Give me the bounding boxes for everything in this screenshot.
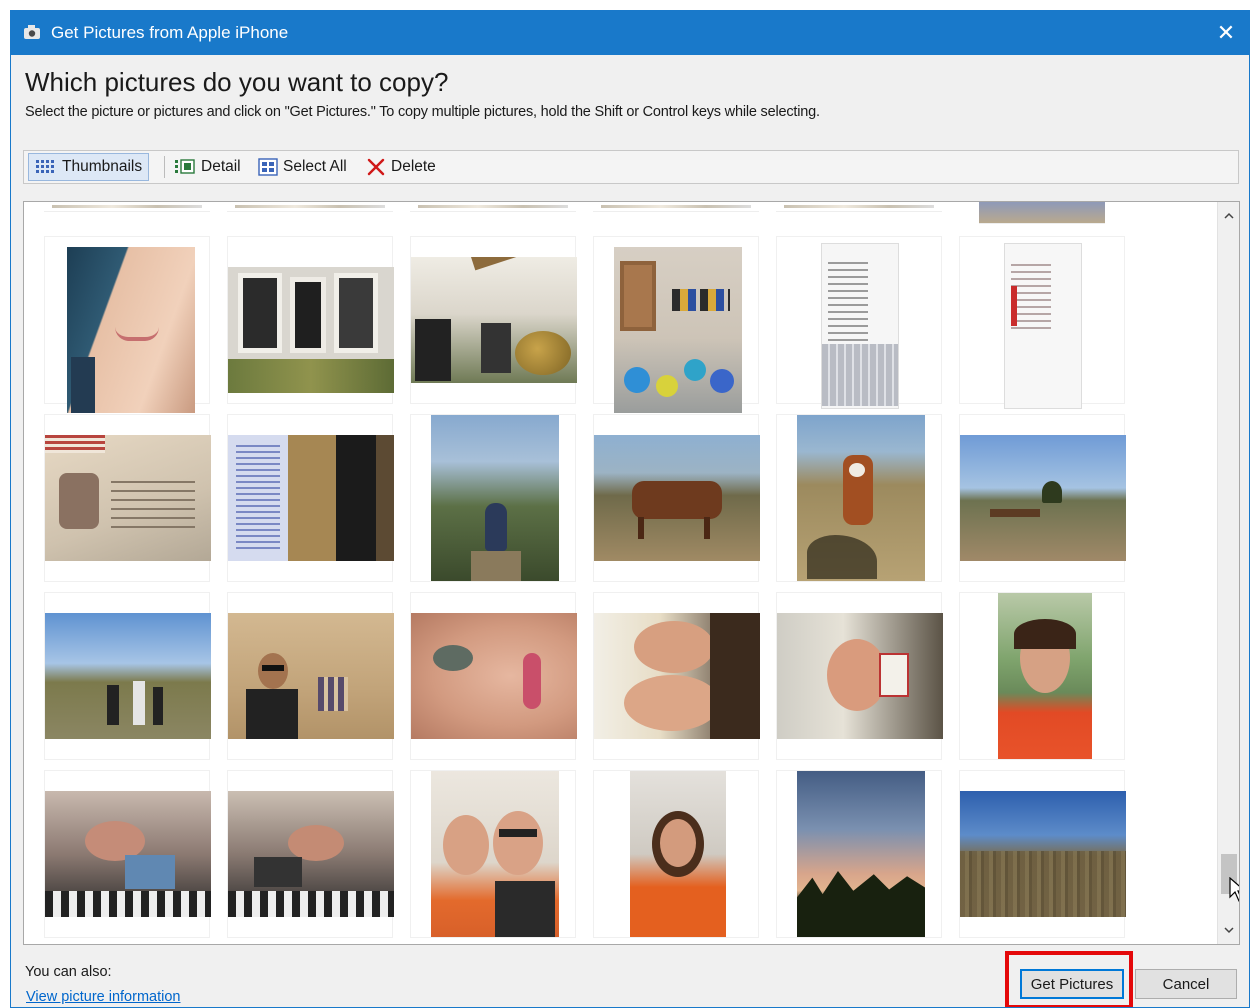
phone-screenshot-icon <box>1004 243 1082 409</box>
document-icon <box>228 435 394 561</box>
photo-thumbnail[interactable] <box>410 770 576 938</box>
partial-thumbnail[interactable] <box>44 202 210 212</box>
house-doors-icon <box>228 267 394 393</box>
close-button[interactable]: ✕ <box>1203 11 1249 55</box>
hiker-trail-icon <box>431 415 559 581</box>
toolbar-divider <box>164 156 165 178</box>
get-pictures-button[interactable]: Get Pictures <box>1020 969 1124 999</box>
detail-label: Detail <box>201 158 241 175</box>
partial-thumbnail[interactable] <box>776 202 942 212</box>
selfie-closeup-icon <box>67 247 195 413</box>
girl-portrait-icon <box>998 593 1092 759</box>
photo-thumbnail[interactable] <box>776 414 942 582</box>
phone-screenshot-icon <box>821 243 899 409</box>
you-can-also-label: You can also: <box>25 964 112 980</box>
thumbnails-button[interactable]: Thumbnails <box>28 153 150 181</box>
photo-thumbnail[interactable] <box>959 414 1126 582</box>
girl-card-selfie-icon <box>777 613 943 739</box>
canyon-selfie-icon <box>228 613 394 739</box>
sunset-trees-icon <box>797 771 925 937</box>
title-bar[interactable]: Get Pictures from Apple iPhone ✕ <box>11 11 1249 55</box>
photo-thumbnail[interactable] <box>593 414 760 582</box>
photo-thumbnail[interactable] <box>593 592 760 760</box>
photo-thumbnail[interactable] <box>959 236 1125 409</box>
scroll-down-button[interactable] <box>1218 920 1239 940</box>
group-hike-icon <box>45 613 211 739</box>
photo-thumbnail[interactable] <box>776 770 942 938</box>
photo-thumbnail[interactable] <box>227 414 394 582</box>
scroll-up-button[interactable] <box>1218 206 1239 226</box>
photo-thumbnail[interactable] <box>959 770 1126 938</box>
photo-thumbnail[interactable] <box>959 592 1125 760</box>
photo-thumbnail[interactable] <box>227 592 394 760</box>
thumbnails-icon <box>36 160 54 173</box>
patio-pumpkin-icon <box>411 257 577 383</box>
partial-thumbnail[interactable] <box>593 202 759 212</box>
photo-thumbnail[interactable] <box>44 414 211 582</box>
photo-thumbnail[interactable] <box>776 592 943 760</box>
delete-icon <box>367 158 385 176</box>
partial-thumbnail[interactable] <box>979 202 1105 224</box>
chevron-down-icon <box>1224 927 1234 934</box>
valley-landscape-icon <box>960 791 1126 917</box>
photo-thumbnail[interactable] <box>593 236 759 413</box>
face-closeup-icon <box>411 613 577 739</box>
calf-icon <box>797 415 925 581</box>
photo-thumbnail[interactable] <box>410 592 577 760</box>
photo-thumbnail[interactable] <box>227 236 394 404</box>
scrollbar-thumb[interactable] <box>1221 854 1237 894</box>
thumbnails-label: Thumbnails <box>62 158 143 175</box>
photo-thumbnail[interactable] <box>776 236 942 409</box>
cancel-button[interactable]: Cancel <box>1135 969 1237 999</box>
thumbnail-gallery[interactable] <box>23 201 1240 945</box>
chevron-up-icon <box>1224 212 1234 219</box>
toolbar: Thumbnails Detail Select All Delete <box>23 150 1239 184</box>
close-icon: ✕ <box>1216 20 1236 45</box>
photo-thumbnail[interactable] <box>227 770 394 938</box>
cow-field-icon <box>594 435 760 561</box>
landscape-icon <box>960 435 1126 561</box>
import-dialog: Get Pictures from Apple iPhone ✕ Which p… <box>10 10 1250 1008</box>
detail-button[interactable]: Detail <box>168 153 247 181</box>
girl-orange-shirt-icon <box>630 771 726 937</box>
party-upside-icon <box>45 791 211 917</box>
instructions-text: Select the picture or pictures and click… <box>25 104 820 120</box>
room-shelves-icon <box>614 247 742 413</box>
vertical-scrollbar[interactable] <box>1217 202 1239 944</box>
photo-thumbnail[interactable] <box>410 236 577 404</box>
partial-thumbnail[interactable] <box>410 202 576 212</box>
view-picture-information-link[interactable]: View picture information <box>26 989 180 1005</box>
passport-icon <box>45 435 211 561</box>
photo-thumbnail[interactable] <box>44 770 211 938</box>
page-heading: Which pictures do you want to copy? <box>25 67 449 97</box>
father-daughter-icon <box>431 771 559 937</box>
select-all-icon <box>258 158 278 176</box>
photo-thumbnail[interactable] <box>410 414 576 582</box>
photo-thumbnail[interactable] <box>44 592 211 760</box>
camera-icon <box>24 25 40 39</box>
party-upside-icon <box>228 791 394 917</box>
partial-thumbnail[interactable] <box>227 202 393 212</box>
photo-thumbnail[interactable] <box>593 770 759 938</box>
detail-icon <box>175 159 195 174</box>
select-all-label: Select All <box>283 158 347 175</box>
photo-thumbnail[interactable] <box>44 236 210 413</box>
delete-label: Delete <box>391 158 436 175</box>
two-girls-selfie-icon <box>594 613 760 739</box>
delete-button[interactable]: Delete <box>360 153 442 181</box>
window-title: Get Pictures from Apple iPhone <box>51 23 289 42</box>
select-all-button[interactable]: Select All <box>252 153 353 181</box>
